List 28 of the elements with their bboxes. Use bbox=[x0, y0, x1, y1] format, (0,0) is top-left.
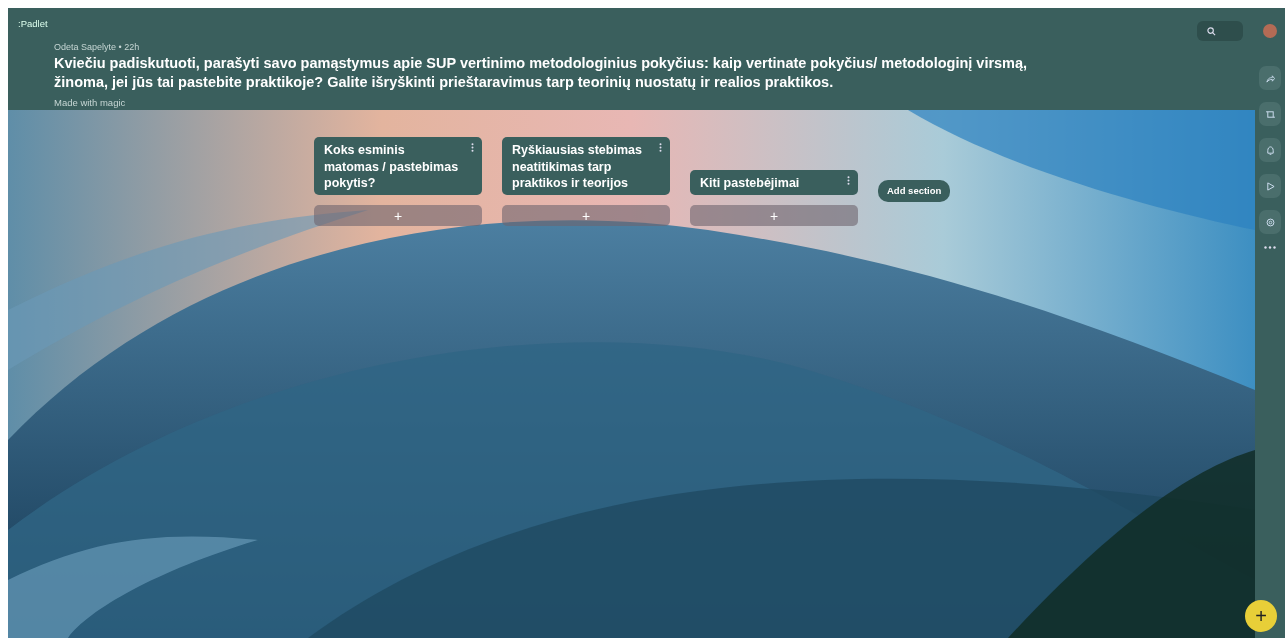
add-post-button[interactable]: + bbox=[314, 205, 482, 226]
search-icon bbox=[1207, 26, 1216, 36]
section-title: Ryškiausias stebimas neatitikimas tarp praktikos ir teorijos bbox=[512, 143, 642, 190]
section-title: Kiti pastebėjimai bbox=[700, 175, 800, 190]
section-title: Koks esminis matomas / pastebimas pokytis? bbox=[324, 143, 459, 190]
settings-button[interactable] bbox=[1259, 210, 1281, 234]
logo[interactable]: :Padlet bbox=[18, 19, 48, 30]
add-post-button[interactable]: + bbox=[502, 205, 670, 226]
board-title: Kviečiu padiskutuoti, parašyti savo pamąstymus apie SUP vertinimo metodologinius pokyčius: kaip vertinate pokyčius/ metodologinį virsmą, žinoma, jei jūs tai pastebite praktikoje? Galite išryškinti prieštaravimus tarp teorinių nuostatų ir realios praktikos. bbox=[54, 54, 1029, 92]
share-icon bbox=[1265, 73, 1275, 83]
author-meta: Odeta Sapelyte • 22h bbox=[54, 41, 140, 53]
remake-button[interactable] bbox=[1259, 102, 1281, 126]
board-subtitle: Made with magic bbox=[54, 98, 126, 109]
notifications-button[interactable] bbox=[1259, 138, 1281, 162]
add-post-button[interactable]: + bbox=[1245, 600, 1277, 632]
settings-icon bbox=[1265, 217, 1275, 227]
search-button[interactable] bbox=[1197, 21, 1243, 41]
more-icon[interactable] bbox=[1264, 246, 1276, 249]
add-post-button[interactable]: + bbox=[690, 205, 858, 226]
play-button[interactable] bbox=[1259, 174, 1281, 198]
kebab-menu-icon[interactable] bbox=[659, 143, 662, 153]
frame-icon bbox=[1265, 109, 1275, 119]
kebab-menu-icon[interactable] bbox=[471, 143, 474, 153]
share-button[interactable] bbox=[1259, 66, 1281, 90]
bell-icon bbox=[1265, 145, 1275, 155]
add-section-button[interactable]: Add section bbox=[878, 180, 951, 203]
play-icon bbox=[1265, 181, 1275, 191]
kebab-menu-icon[interactable] bbox=[847, 175, 850, 185]
